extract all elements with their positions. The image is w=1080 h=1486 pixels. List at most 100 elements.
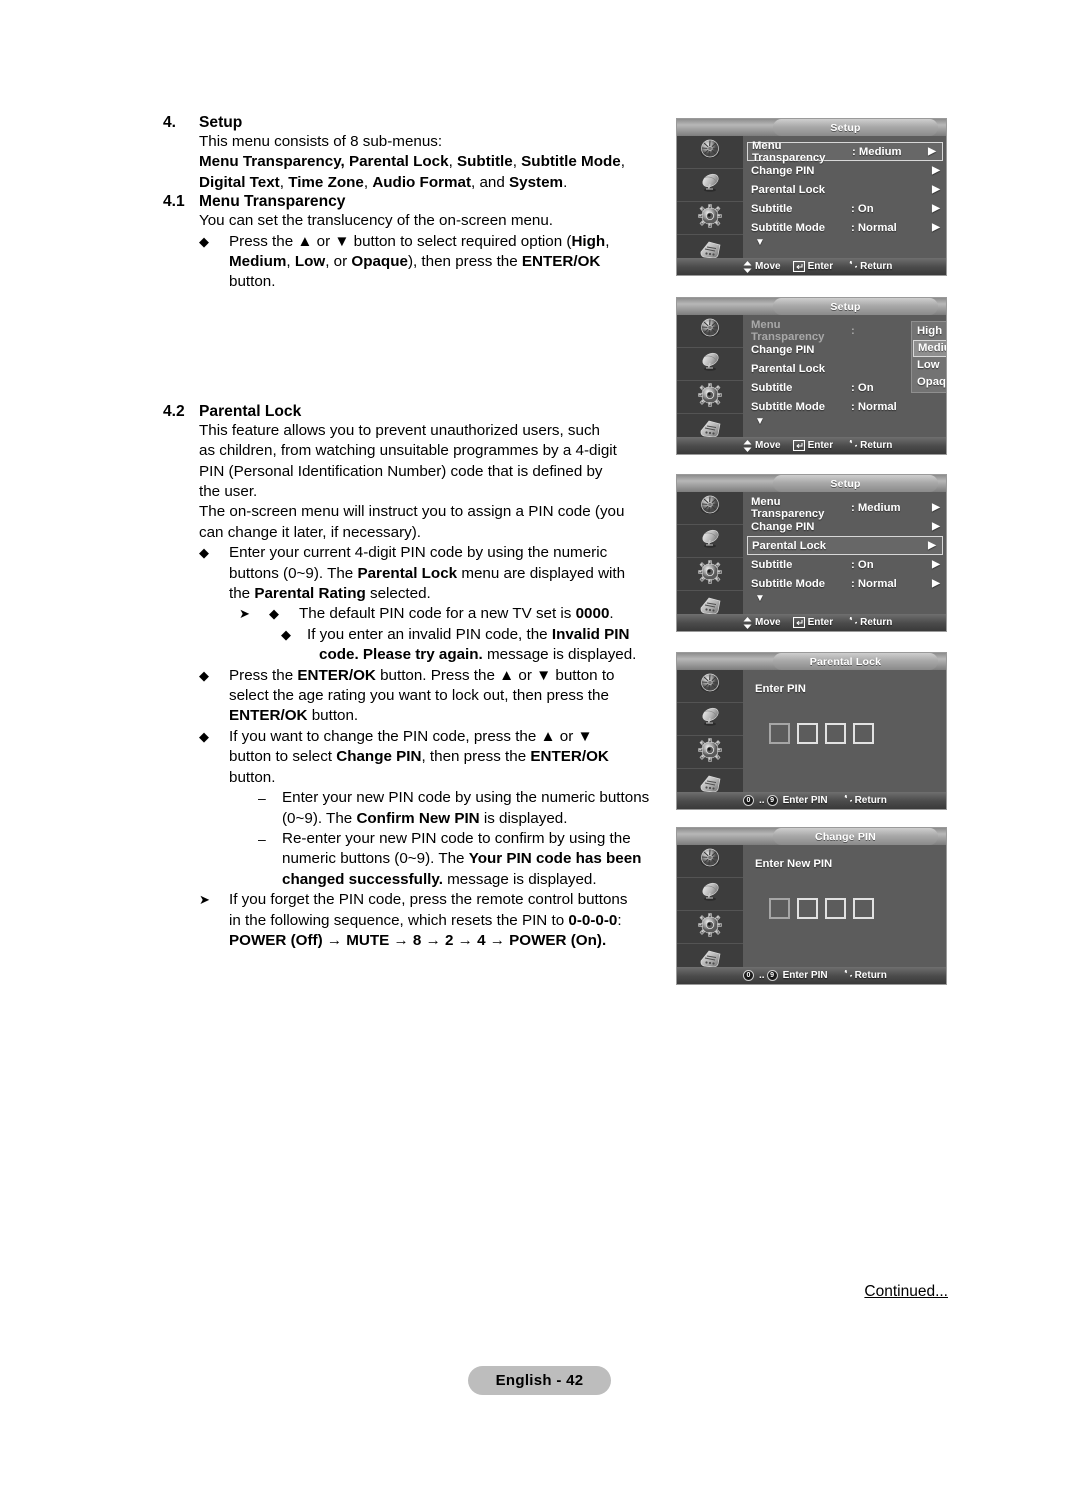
pin-digit-box[interactable] xyxy=(853,723,874,744)
footer-return[interactable]: Return xyxy=(840,970,887,981)
satellite-dish-icon-cell[interactable] xyxy=(677,169,743,202)
more-items-indicator: ▼ xyxy=(755,237,765,248)
footer-return[interactable]: Return xyxy=(845,617,892,628)
heading-41-title: Menu Transparency xyxy=(199,193,346,211)
chevron-right-icon: ▶ xyxy=(932,559,940,570)
osd-body: Menu Transparency : Medium ▶ Change PIN … xyxy=(677,492,946,615)
picture-icon-cell[interactable] xyxy=(677,845,743,878)
menu-transparency-dropdown[interactable]: HighMediumLowOpaque xyxy=(911,321,946,393)
return-arrow-icon xyxy=(845,261,858,272)
menu-row-value: : On xyxy=(851,202,874,215)
footer-move[interactable]: Move xyxy=(743,616,781,629)
section42-bullet-3: ◆ If you want to change the PIN code, pr… xyxy=(163,727,675,788)
chevron-right-icon: ▶ xyxy=(932,203,940,214)
section42-dash2-line3: changed successfully. message is display… xyxy=(282,870,597,888)
footer-move[interactable]: Move xyxy=(743,439,781,452)
arrow-note-icon: ➤ xyxy=(239,606,250,622)
osd-title-label: Setup xyxy=(830,121,861,134)
pin-digit-box[interactable] xyxy=(825,723,846,744)
pin-digit-box[interactable] xyxy=(825,898,846,919)
pin-entry-field[interactable] xyxy=(747,870,946,919)
footer-enter[interactable]: Enter xyxy=(792,440,834,451)
gear-icon-cell[interactable] xyxy=(677,381,743,414)
footer-enter-pin[interactable]: 0 .. 9 Enter PIN xyxy=(743,970,828,981)
satellite-dish-icon-cell[interactable] xyxy=(677,703,743,736)
osd-footer-bar: Move Enter Return xyxy=(677,437,946,454)
osd-body: Enter PIN xyxy=(677,670,946,793)
picture-icon-cell[interactable] xyxy=(677,670,743,703)
menu-row-value: : Normal xyxy=(851,577,897,590)
picture-icon-cell[interactable] xyxy=(677,492,743,525)
diamond-bullet-icon: ◆ xyxy=(199,667,209,683)
menu-row-menu-transparency[interactable]: Menu Transparency : Medium ▶ xyxy=(747,140,943,164)
menu-row-label: Menu Transparency xyxy=(751,318,825,343)
footer-return-label: Return xyxy=(860,261,893,272)
menu-row-subtitle[interactable]: Subtitle : On ▶ xyxy=(747,555,946,574)
section42-note2-line1: If you enter an invalid PIN code, the In… xyxy=(307,625,630,643)
dropdown-option-low[interactable]: Low xyxy=(913,357,946,374)
section42-p2-line1: The on-screen menu will instruct you to … xyxy=(199,503,625,521)
osd-title-label: Setup xyxy=(830,300,861,313)
menu-row-subtitle-mode[interactable]: Subtitle Mode : Normal ▶ xyxy=(747,574,946,593)
menu-row-subtitle-mode[interactable]: Subtitle Mode : Normal xyxy=(747,397,946,416)
menu-row-change-pin[interactable]: Change PIN ▶ xyxy=(747,161,946,180)
menu-row-parental-lock[interactable]: Parental Lock ▶ xyxy=(747,536,943,555)
menu-row-value: : On xyxy=(851,558,874,571)
osd-title-bar: Change PIN xyxy=(677,828,946,845)
gear-icon-cell[interactable] xyxy=(677,736,743,769)
pin-entry-field[interactable] xyxy=(747,695,946,744)
chevron-right-icon: ▶ xyxy=(932,184,940,195)
satellite-dish-icon-cell[interactable] xyxy=(677,348,743,381)
footer-return[interactable]: Return xyxy=(845,261,892,272)
gear-icon-cell[interactable] xyxy=(677,558,743,591)
menu-row-subtitle[interactable]: Subtitle : On ▶ xyxy=(747,199,946,218)
section41-bullet1-line1: Press the ▲ or ▼ button to select requir… xyxy=(229,232,610,250)
footer-enter[interactable]: Enter xyxy=(792,261,833,272)
footer-move[interactable]: Move xyxy=(743,260,781,273)
footer-return[interactable]: Return xyxy=(845,440,892,451)
osd-title-pill: Setup xyxy=(773,298,938,315)
pin-digit-box[interactable] xyxy=(853,898,874,919)
more-items-indicator: ▼ xyxy=(755,416,765,427)
osd-panel-setup-menu-transparency-open: Setup Menu Transparency : Change PIN Par… xyxy=(676,297,947,455)
pin-digit-box[interactable] xyxy=(797,898,818,919)
menu-row-change-pin[interactable]: Change PIN ▶ xyxy=(747,517,946,536)
picture-icon xyxy=(697,846,723,877)
pin-digit-box[interactable] xyxy=(769,723,790,744)
osd-icon-sidebar xyxy=(677,315,743,438)
gear-icon xyxy=(697,559,723,590)
menu-row-parental-lock[interactable]: Parental Lock ▶ xyxy=(747,180,946,199)
pin-digit-box[interactable] xyxy=(769,898,790,919)
osd-main-area: Enter New PIN xyxy=(743,845,946,967)
picture-icon-cell[interactable] xyxy=(677,315,743,348)
footer-enter[interactable]: Enter xyxy=(792,617,833,628)
arrow-note-icon: ➤ xyxy=(199,892,210,908)
osd-body: Menu Transparency : Medium ▶ Change PIN … xyxy=(677,136,946,259)
gear-icon-cell[interactable] xyxy=(677,202,743,235)
satellite-dish-icon-cell[interactable] xyxy=(677,525,743,558)
footer-enter-label: Enter xyxy=(807,440,834,451)
heading-41-menu-transparency: 4.1 Menu Transparency xyxy=(163,193,675,211)
heading-42-parental-lock: 4.2 Parental Lock xyxy=(163,403,675,421)
picture-icon xyxy=(697,316,723,347)
pin-digit-box[interactable] xyxy=(797,723,818,744)
menu-row-subtitle-mode[interactable]: Subtitle Mode : Normal ▶ xyxy=(747,218,946,237)
picture-icon-cell[interactable] xyxy=(677,136,743,169)
satellite-dish-icon-cell[interactable] xyxy=(677,878,743,911)
menu-row-value: : Medium xyxy=(851,501,901,514)
footer-move-label: Move xyxy=(755,261,781,272)
chevron-right-icon: ▶ xyxy=(928,540,936,551)
chevron-right-icon: ▶ xyxy=(932,578,940,589)
diamond-bullet-icon: ◆ xyxy=(199,545,209,561)
page-number-label: English - 42 xyxy=(495,1372,584,1389)
enter-key-icon xyxy=(792,261,805,272)
dropdown-option-opaque[interactable]: Opaque xyxy=(913,374,946,391)
menu-row-menu-transparency[interactable]: Menu Transparency : Medium ▶ xyxy=(747,496,946,520)
gear-icon-cell[interactable] xyxy=(677,911,743,944)
section42-p1-line3: PIN (Personal Identification Number) cod… xyxy=(199,462,603,480)
dropdown-option-medium[interactable]: Medium xyxy=(913,340,946,357)
osd-icon-sidebar xyxy=(677,670,743,793)
footer-enter-pin[interactable]: 0 .. 9 Enter PIN xyxy=(743,795,828,806)
dropdown-option-high[interactable]: High xyxy=(913,323,946,340)
footer-return[interactable]: Return xyxy=(840,795,887,806)
